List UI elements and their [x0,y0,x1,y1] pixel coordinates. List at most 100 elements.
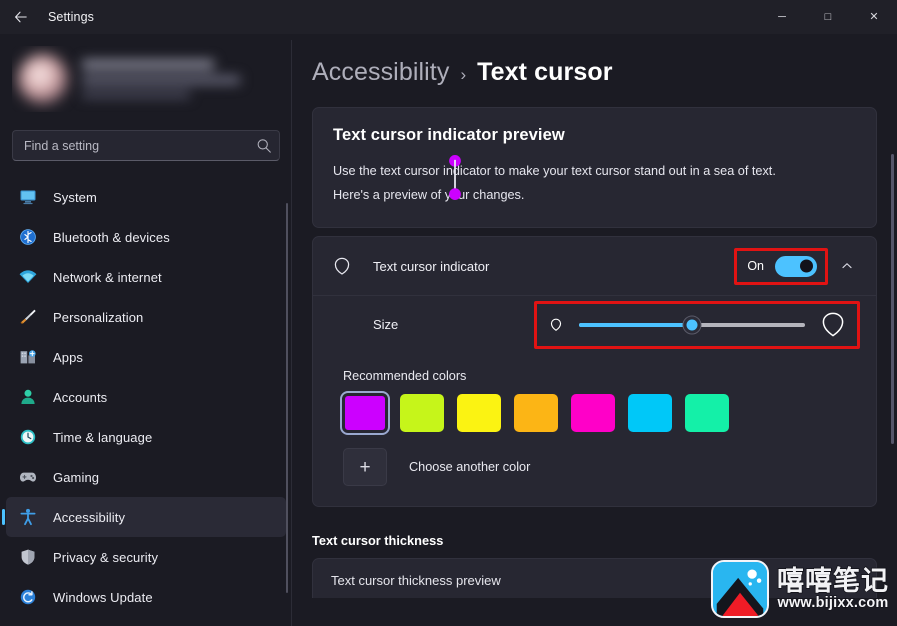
minimize-icon: ─ [778,10,786,23]
sidebar-item-gaming[interactable]: Gaming [6,457,286,497]
close-button[interactable]: ✕ [851,0,897,34]
size-label: Size [373,317,399,332]
window-body: System Bluetooth & devices [0,34,897,626]
text-cursor-indicator-icon [331,255,353,277]
close-icon: ✕ [869,10,879,23]
account-tile[interactable] [12,46,280,112]
maximize-button[interactable]: □ [805,0,851,34]
search-icon[interactable] [255,137,273,155]
sidebar-item-label: Time & language [53,429,153,445]
back-arrow-icon [15,11,27,23]
sidebar-item-label: Network & internet [53,269,162,285]
preview-card: Text cursor indicator preview Use the te… [312,107,877,228]
title-bar: Settings ─ □ ✕ [0,0,897,34]
row-label: Text cursor indicator [373,258,490,274]
avatar [18,54,68,104]
paintbrush-icon [18,307,38,327]
account-text-blurred [82,60,274,98]
sidebar-item-windows-update[interactable]: Windows Update [6,577,286,617]
chevron-up-icon [842,263,852,269]
sidebar-item-personalization[interactable]: Personalization [6,297,286,337]
text-cursor-indicator-row: Text cursor indicator On [313,237,876,295]
toggle-knob [800,259,813,273]
sidebar-item-system[interactable]: System [6,177,286,217]
preview-body: Use the text cursor indicator to make yo… [333,154,813,207]
apps-grid-icon [18,347,38,367]
sidebar-scrollbar[interactable] [286,203,288,593]
size-slider-highlight-annotation [534,300,860,349]
color-swatch-magenta-purple[interactable] [340,391,390,435]
sidebar-item-privacy-security[interactable]: Privacy & security [6,537,286,577]
preview-body-text: Use the text cursor indicator to make yo… [333,164,776,202]
plus-icon: + [359,456,371,478]
text-cursor-thickness-card: Text cursor thickness preview [312,558,877,598]
page-title: Text cursor [477,58,613,86]
recommended-colors-label: Recommended colors [343,369,467,383]
toggle-state-label: On [747,259,764,273]
collapse-section-button[interactable] [834,253,860,279]
main-content: Accessibility › Text cursor Text cursor … [292,34,897,626]
text-cursor-indicator-toggle[interactable] [775,255,817,277]
indicator-row-controls: On [734,247,860,285]
slider-thumb[interactable] [682,315,702,334]
breadcrumb-parent[interactable]: Accessibility [312,58,449,87]
sidebar-item-label: System [53,189,97,205]
color-swatch-amber[interactable] [514,394,558,432]
person-accounts-icon [18,387,38,407]
sidebar-item-label: Accessibility [53,509,126,525]
app-title: Settings [48,10,94,24]
search-box[interactable] [12,130,280,161]
color-swatch-yellow[interactable] [457,394,501,432]
sidebar-item-label: Apps [53,349,84,365]
sidebar-item-accounts[interactable]: Accounts [6,377,286,417]
sidebar-item-time-language[interactable]: Time & language [6,417,286,457]
toggle-highlight-annotation: On [734,247,828,285]
sidebar: System Bluetooth & devices [0,34,292,626]
sidebar-nav: System Bluetooth & devices Network & int… [0,177,292,626]
choose-another-color-row[interactable]: + Choose another color [343,448,858,486]
color-swatch-pink-magenta[interactable] [571,394,615,432]
sidebar-item-label: Windows Update [53,589,153,605]
choose-another-color-label: Choose another color [409,460,531,474]
window-controls: ─ □ ✕ [759,0,897,34]
color-swatch-spring-green[interactable] [685,394,729,432]
text-cursor-indicator-group: Text cursor indicator On Size Recommende… [312,236,877,507]
shield-icon [18,547,38,567]
text-cursor-thickness-header: Text cursor thickness [312,533,444,548]
choose-another-color-button[interactable]: + [343,448,387,486]
minimize-button[interactable]: ─ [759,0,805,34]
chevron-right-icon: › [460,65,467,84]
cursor-indicator-small-icon [550,318,562,331]
color-swatch-cyan[interactable] [628,394,672,432]
sidebar-item-label: Bluetooth & devices [53,229,170,245]
main-scrollbar[interactable] [891,154,894,444]
size-slider[interactable] [579,315,805,334]
accessibility-person-icon [18,507,38,527]
sidebar-item-network-internet[interactable]: Network & internet [6,257,286,297]
back-button[interactable] [4,2,38,32]
breadcrumb: Accessibility › Text cursor [312,34,897,107]
settings-window: Settings ─ □ ✕ Find a setting System Blu… [0,0,897,626]
wifi-icon [18,267,38,287]
clock-icon [18,427,38,447]
bluetooth-icon [18,227,38,247]
color-swatch-list [340,391,858,435]
slider-fill [579,322,692,327]
color-swatch-chartreuse[interactable] [400,394,444,432]
cursor-indicator-large-icon [822,312,844,336]
gamepad-icon [18,467,38,487]
search-input[interactable] [24,138,255,153]
update-refresh-icon [18,587,38,607]
preview-title: Text cursor indicator preview [333,126,565,144]
sidebar-item-label: Privacy & security [53,549,159,565]
sidebar-item-bluetooth-devices[interactable]: Bluetooth & devices [6,217,286,257]
thickness-stub-text: Text cursor thickness preview [331,573,501,588]
sidebar-item-label: Accounts [53,389,108,405]
sidebar-item-apps[interactable]: Apps [6,337,286,377]
sidebar-item-label: Gaming [53,469,100,485]
size-row: Size [313,295,876,353]
maximize-icon: □ [824,10,832,23]
sidebar-item-label: Personalization [53,309,144,325]
recommended-colors-block: Recommended colors + Choose another colo… [313,353,876,506]
sidebar-item-accessibility[interactable]: Accessibility [6,497,286,537]
